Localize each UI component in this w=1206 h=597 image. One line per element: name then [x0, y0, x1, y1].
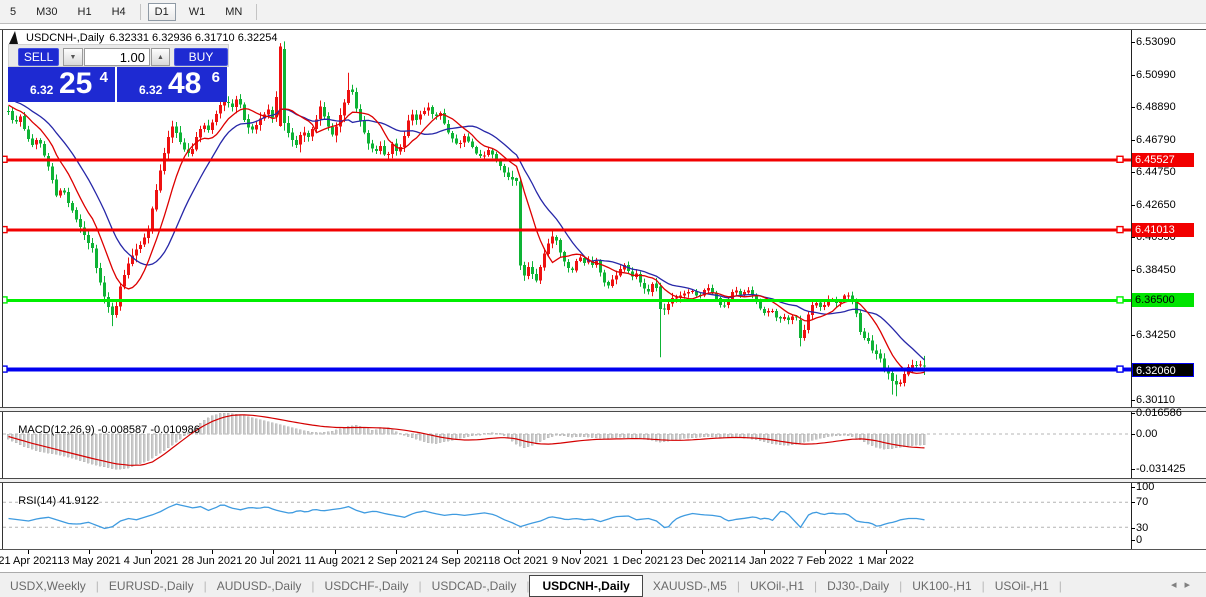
support-line-blue-price-badge: 6.32060: [1132, 363, 1194, 377]
buy-button[interactable]: BUY: [174, 48, 228, 66]
chart-title-row: USDCNH-,Daily 6.32331 6.32936 6.31710 6.…: [8, 31, 277, 45]
resistance-line-1-handle[interactable]: [1116, 155, 1124, 164]
sell-price-big: 25: [59, 67, 93, 100]
rsi-pane: [3, 501, 1131, 530]
chart-corner-arrow-icon: [9, 31, 18, 44]
volume-decrease-button[interactable]: ▼: [63, 48, 83, 66]
resistance-line-2-handle[interactable]: [1, 225, 8, 234]
buy-price-prefix: 6.32: [139, 83, 163, 97]
macd-label: MACD(12,26,9) -0.008587 -0.010986: [18, 424, 200, 436]
resistance-line-2-handle[interactable]: [1116, 225, 1124, 234]
buy-price-pip: 6: [211, 69, 220, 86]
resistance-line-2[interactable]: [0, 228, 1131, 232]
support-line-green-price-badge: 6.36500: [1132, 293, 1194, 307]
sell-price-display[interactable]: 6.32 25 4: [8, 67, 115, 102]
trade-panel-controls: SELL ▼ ▲ BUY: [8, 44, 229, 67]
arrow-down-icon: ▼: [69, 53, 77, 61]
one-click-trading-panel: SELL ▼ ▲ BUY 6.32 25 4 6.32 48 6: [8, 44, 229, 102]
support-line-green[interactable]: [0, 298, 1131, 302]
volume-increase-button[interactable]: ▲: [151, 48, 170, 66]
resistance-line-1-handle[interactable]: [1, 155, 8, 164]
sell-price-pip: 4: [99, 69, 108, 86]
support-line-blue-handle[interactable]: [1116, 365, 1124, 373]
sell-button[interactable]: SELL: [18, 48, 59, 66]
support-line-green-handle[interactable]: [1116, 296, 1124, 304]
resistance-line-1-price-badge: 6.45527: [1132, 153, 1194, 167]
resistance-line-1[interactable]: [0, 158, 1131, 162]
buy-price-display[interactable]: 6.32 48 6: [117, 67, 227, 102]
volume-input[interactable]: [84, 48, 150, 66]
support-line-blue-handle[interactable]: [1, 365, 8, 373]
rsi-line: [8, 503, 925, 530]
support-line-green-handle[interactable]: [1, 296, 8, 304]
chart-title: USDCNH-,Daily: [26, 32, 105, 44]
buy-price-big: 48: [168, 67, 202, 100]
support-line-blue[interactable]: [0, 367, 1131, 372]
resistance-line-2-price-badge: 6.41013: [1132, 223, 1194, 237]
arrow-up-icon: ▲: [157, 53, 164, 61]
trading-platform-window: 5 M30 H1 H4 D1 W1 MN USDCNH-,Daily 6.32331 6.3…: [0, 0, 1206, 597]
rsi-label: RSI(14) 41.9122: [18, 495, 99, 507]
chart-ohlc-quote: 6.32331 6.32936 6.31710 6.32254: [109, 32, 278, 44]
sell-price-prefix: 6.32: [30, 83, 54, 97]
